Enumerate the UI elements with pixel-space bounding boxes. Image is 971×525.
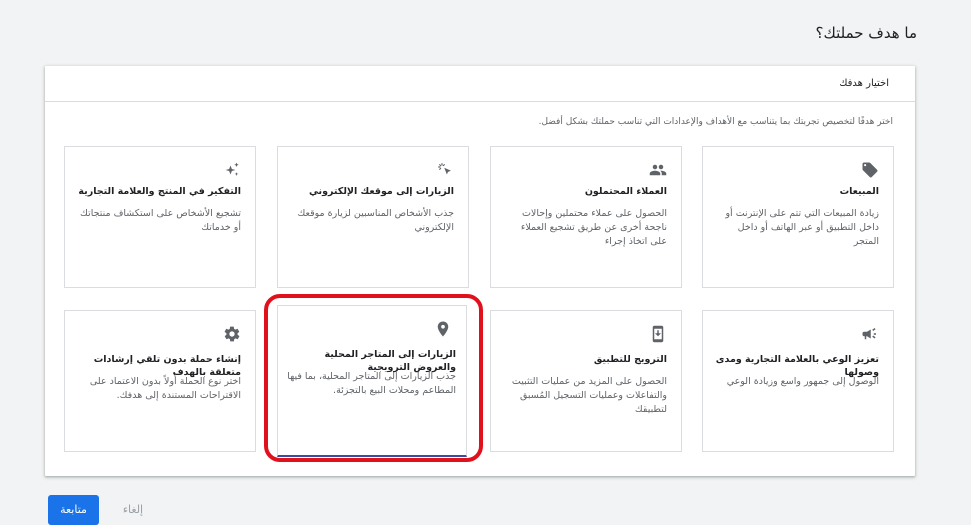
card-description: الوصول إلى جمهور واسع وزيادة الوعي (726, 376, 879, 387)
card-description: الحصول على المزيد من عمليات التثبيت والت… (511, 376, 667, 415)
card-title: المبيعات (839, 186, 879, 197)
cancel-button[interactable]: إلغاء (108, 495, 158, 525)
card-title: الترويج للتطبيق (593, 354, 667, 365)
sparkle-icon (223, 161, 241, 179)
objective-card-sales[interactable]: المبيعات زيادة المبيعات التي تتم على الإ… (702, 146, 894, 288)
panel-header: اختيار هدفك (45, 66, 915, 102)
card-description: جذب الأشخاص المناسبين لزيارة موقعك الإلك… (297, 208, 455, 233)
page-title: ما هدف حملتك؟ (815, 24, 917, 42)
cursor-click-icon (436, 161, 454, 179)
objective-card-local-store-visits[interactable]: الزيارات إلى المتاجر المحلية والعروض الت… (277, 305, 467, 457)
card-title: الزيارات إلى موقعك الإلكتروني (308, 186, 454, 197)
card-description: جذب الزيارات إلى المتاجر المحلية، بما في… (287, 371, 456, 396)
card-description: اختر نوع الحملة أولاً بدون الاعتماد على … (89, 376, 241, 401)
continue-button[interactable]: متابعة (48, 495, 99, 525)
phone-download-icon (649, 325, 667, 343)
card-title: التفكير في المنتج والعلامة التجارية (78, 186, 241, 197)
card-description: زيادة المبيعات التي تتم على الإنترنت أو … (725, 208, 879, 247)
card-description: الحصول على عملاء محتملين وإحالات ناجحة أ… (520, 208, 667, 247)
people-icon (649, 161, 667, 179)
objective-card-leads[interactable]: العملاء المحتملون الحصول على عملاء محتمل… (490, 146, 682, 288)
card-title: العملاء المحتملون (584, 186, 667, 197)
objective-card-product-consideration[interactable]: التفكير في المنتج والعلامة التجارية تشجي… (64, 146, 256, 288)
megaphone-icon (861, 325, 879, 343)
objective-card-website-traffic[interactable]: الزيارات إلى موقعك الإلكتروني جذب الأشخا… (277, 146, 469, 288)
panel-description: اختر هدفًا لتخصيص تجربتك بما يتناسب مع ا… (538, 117, 893, 127)
card-description: تشجيع الأشخاص على استكشاف منتجاتك أو خدم… (80, 208, 241, 233)
tag-icon (861, 161, 879, 179)
objective-card-brand-awareness[interactable]: تعزيز الوعي بالعلامة التجارية ومدى وصوله… (702, 310, 894, 452)
location-pin-icon (434, 320, 452, 338)
objective-card-no-goal-guidance[interactable]: إنشاء حملة بدون تلقي إرشادات متعلقة باله… (64, 310, 256, 452)
gear-icon (223, 325, 241, 343)
objective-card-app-promotion[interactable]: الترويج للتطبيق الحصول على المزيد من عمل… (490, 310, 682, 452)
